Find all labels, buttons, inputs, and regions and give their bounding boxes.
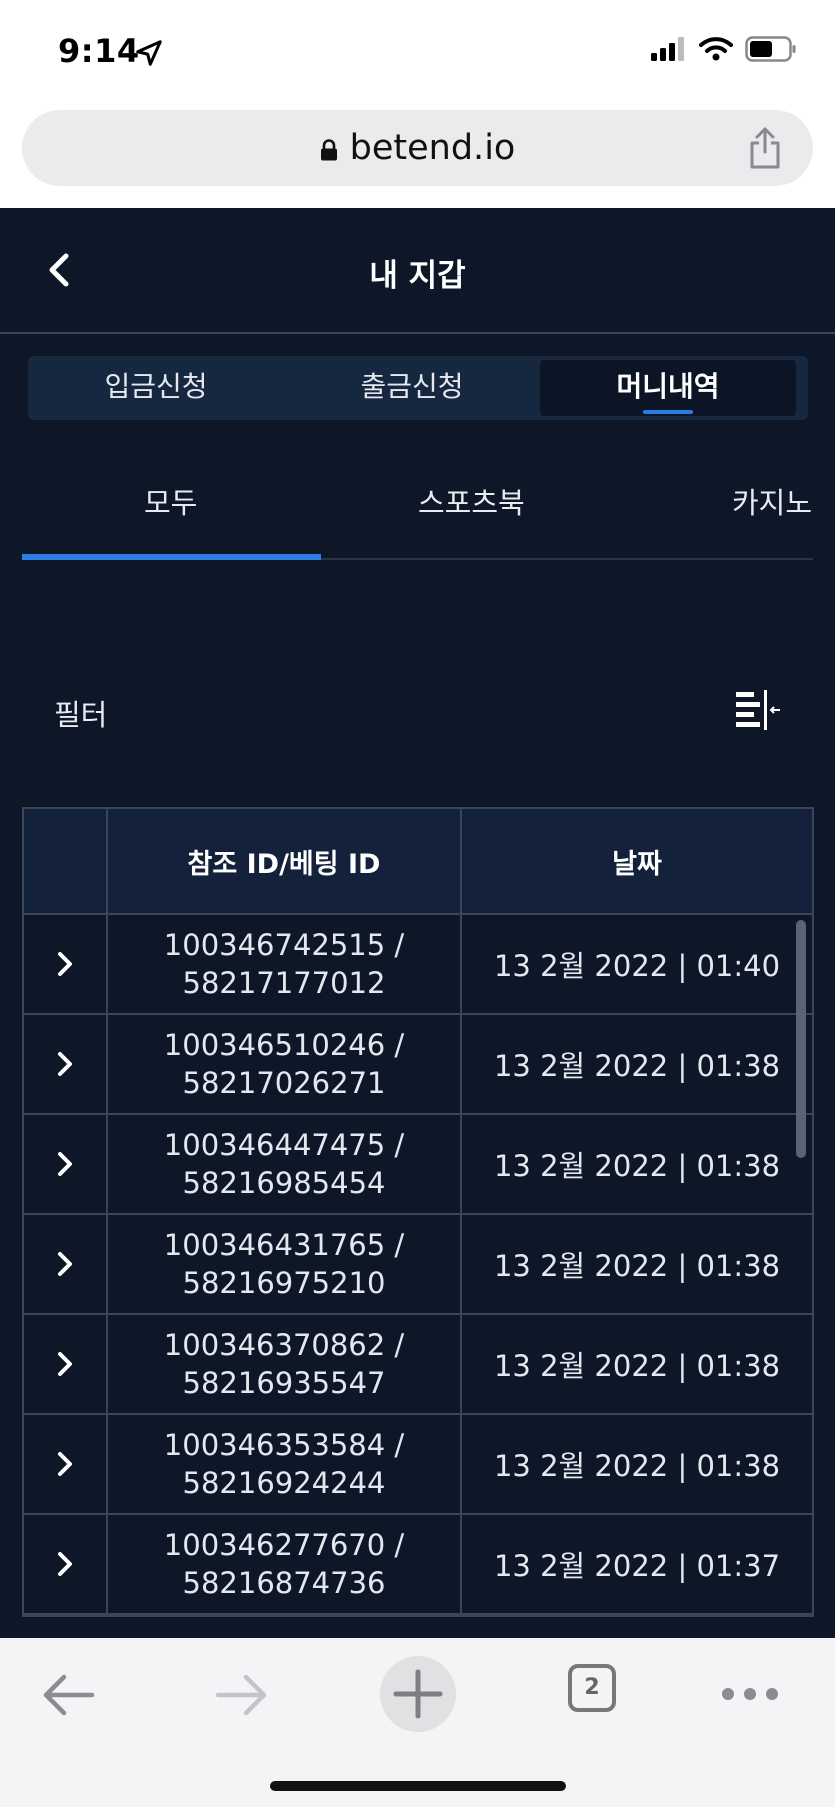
chevron-right-icon[interactable]: [54, 1549, 76, 1579]
row-ids-cell: 100346353584 / 58216924244: [108, 1415, 462, 1513]
ref-id: 100346447475 /: [163, 1128, 405, 1162]
table-header-ref-id: 참조 ID/베팅 ID: [108, 809, 462, 913]
row-ids-cell: 100346510246 / 58217026271: [108, 1015, 462, 1113]
tab-withdraw-request[interactable]: 출금신청: [284, 356, 540, 420]
lock-icon: [320, 139, 337, 161]
table-header: 참조 ID/베팅 ID 날짜: [24, 809, 812, 915]
table-row[interactable]: 100346277670 / 58216874736 13 2월 2022 | 01…: [24, 1515, 812, 1615]
row-ids-cell: 100346742515 / 58217177012: [108, 915, 462, 1013]
filter-toggle-icon[interactable]: [736, 690, 780, 730]
address-bar[interactable]: betend.io: [22, 110, 813, 186]
new-tab-button[interactable]: [380, 1656, 456, 1732]
ref-id: 100346510246 /: [163, 1028, 405, 1062]
status-bar: 9:14: [0, 0, 835, 106]
money-history-table: 참조 ID/베팅 ID 날짜 100346742515 / 58217177012…: [22, 807, 814, 1617]
row-expand-cell[interactable]: [24, 915, 108, 1013]
bet-id: 58217177012: [182, 966, 386, 1000]
row-expand-cell[interactable]: [24, 1515, 108, 1613]
row-expand-cell[interactable]: [24, 1015, 108, 1113]
plus-icon: [393, 1669, 443, 1719]
row-date-cell: 13 2월 2022 | 01:38: [493, 1149, 781, 1183]
wifi-icon: [699, 37, 733, 61]
row-ids-cell: 100346370862 / 58216935547: [108, 1315, 462, 1413]
chevron-right-icon[interactable]: [54, 1249, 76, 1279]
wallet-segment-control: 입금신청 출금신청 머니내역: [28, 356, 808, 420]
table-header-expand: [24, 809, 108, 913]
category-active-indicator: [22, 554, 321, 560]
table-scrollbar[interactable]: [796, 920, 806, 1158]
tab-all[interactable]: 모두: [144, 480, 197, 522]
row-date-cell: 13 2월 2022 | 01:38: [493, 1249, 781, 1283]
row-expand-cell[interactable]: [24, 1415, 108, 1513]
share-icon[interactable]: [747, 126, 783, 170]
table-row[interactable]: 100346370862 / 58216935547 13 2월 2022 | 01…: [24, 1315, 812, 1415]
tab-money-history[interactable]: 머니내역: [540, 360, 796, 416]
page-title: 내 지갑: [369, 258, 466, 294]
ref-id: 100346277670 /: [163, 1528, 405, 1562]
tab-money-history-label: 머니내역: [616, 370, 720, 403]
ref-id: 100346353584 /: [163, 1428, 405, 1462]
more-options-icon[interactable]: [720, 1684, 780, 1704]
table-header-date: 날짜: [612, 848, 662, 880]
ref-id: 100346742515 /: [163, 928, 405, 962]
row-expand-cell[interactable]: [24, 1115, 108, 1213]
row-date-cell: 13 2월 2022 | 01:38: [493, 1049, 781, 1083]
wallet-app: 내 지갑 입금신청 출금신청 머니내역 모두 스포츠북 카지노 필터 참조 ID…: [0, 208, 835, 1638]
row-ids-cell: 100346431765 / 58216975210: [108, 1215, 462, 1313]
chevron-right-icon[interactable]: [54, 1049, 76, 1079]
table-row[interactable]: 100346742515 / 58217177012 13 2월 2022 | 01…: [24, 915, 812, 1015]
cellular-signal-icon: [651, 37, 684, 61]
tab-deposit-request[interactable]: 입금신청: [28, 356, 284, 420]
table-row[interactable]: 100346353584 / 58216924244 13 2월 2022 | 01…: [24, 1415, 812, 1515]
bet-id: 58217026271: [182, 1066, 386, 1100]
browser-url-area: betend.io: [0, 106, 835, 208]
nav-header: 내 지갑: [0, 208, 835, 334]
bet-id: 58216924244: [182, 1466, 386, 1500]
location-arrow-icon: [136, 40, 162, 66]
table-row[interactable]: 100346447475 / 58216985454 13 2월 2022 | 01…: [24, 1115, 812, 1215]
row-date-cell: 13 2월 2022 | 01:37: [493, 1549, 781, 1583]
row-date-cell: 13 2월 2022 | 01:40: [493, 949, 781, 983]
tab-sportsbook[interactable]: 스포츠북: [418, 480, 525, 522]
forward-arrow-icon[interactable]: [214, 1672, 270, 1718]
table-row[interactable]: 100346510246 / 58217026271 13 2월 2022 | 01…: [24, 1015, 812, 1115]
row-expand-cell[interactable]: [24, 1315, 108, 1413]
battery-icon: [745, 36, 796, 62]
row-ids-cell: 100346447475 / 58216985454: [108, 1115, 462, 1213]
row-date-cell: 13 2월 2022 | 01:38: [493, 1449, 781, 1483]
chevron-right-icon[interactable]: [54, 1449, 76, 1479]
chevron-right-icon[interactable]: [54, 949, 76, 979]
active-tab-underline: [643, 410, 693, 414]
ref-id: 100346431765 /: [163, 1228, 405, 1262]
tab-casino[interactable]: 카지노: [732, 480, 812, 522]
row-expand-cell[interactable]: [24, 1215, 108, 1313]
chevron-right-icon[interactable]: [54, 1349, 76, 1379]
status-icons: [651, 36, 797, 62]
status-time: 9:14: [58, 32, 140, 70]
ref-id: 100346370862 /: [163, 1328, 405, 1362]
bet-id: 58216975210: [182, 1266, 386, 1300]
bet-id: 58216935547: [182, 1366, 386, 1400]
url-text: betend.io: [349, 128, 516, 168]
bet-id: 58216874736: [182, 1566, 386, 1600]
filter-label: 필터: [54, 698, 108, 732]
back-arrow-icon[interactable]: [40, 1672, 96, 1718]
url-display[interactable]: betend.io: [22, 128, 813, 168]
row-date-cell: 13 2월 2022 | 01:38: [493, 1349, 781, 1383]
category-tabs: 모두 스포츠북 카지노: [22, 456, 813, 560]
tab-switcher-button[interactable]: 2: [568, 1664, 616, 1712]
table-row[interactable]: 100346431765 / 58216975210 13 2월 2022 | 01…: [24, 1215, 812, 1315]
chevron-right-icon[interactable]: [54, 1149, 76, 1179]
home-indicator: [270, 1781, 566, 1791]
bet-id: 58216985454: [182, 1166, 386, 1200]
row-ids-cell: 100346277670 / 58216874736: [108, 1515, 462, 1613]
